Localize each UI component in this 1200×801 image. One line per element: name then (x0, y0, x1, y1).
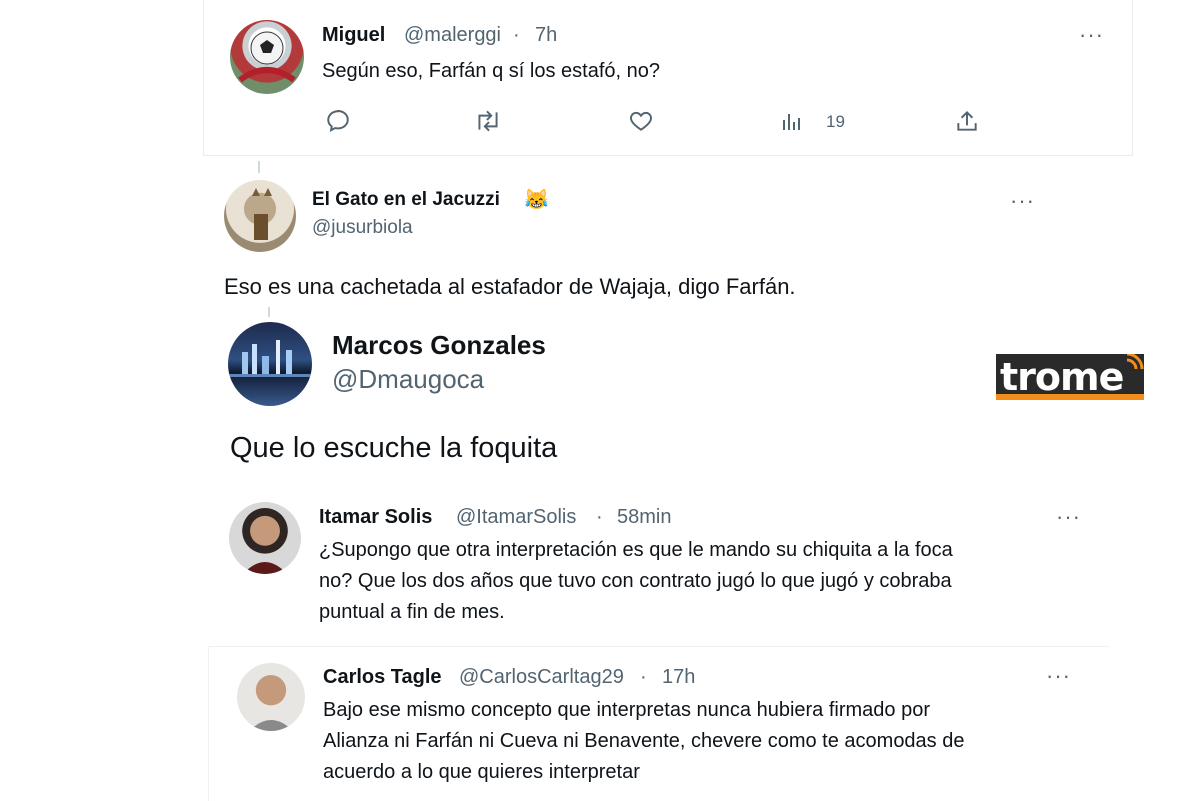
tweet-text: Según eso, Farfán q sí los estafó, no? (322, 60, 660, 82)
author-name[interactable]: Marcos Gonzales (332, 330, 546, 361)
author-handle[interactable]: @Dmaugoca (332, 364, 484, 395)
author-handle[interactable]: @ItamarSolis (456, 506, 576, 529)
tweet-itamar: Itamar Solis @ItamarSolis · 58min ··· ¿S… (202, 493, 1102, 641)
tweet-text-line-2: Alianza ni Farfán ni Cueva ni Benavente,… (323, 730, 965, 752)
retweet-icon[interactable] (473, 108, 503, 139)
author-handle[interactable]: @malerggi (404, 24, 501, 47)
author-name[interactable]: El Gato en el Jacuzzi (312, 189, 500, 211)
avatar[interactable] (237, 663, 305, 731)
avatar[interactable] (224, 180, 296, 252)
meta-separator: · (640, 666, 647, 688)
author-handle[interactable]: @CarlosCarltag29 (459, 666, 624, 689)
tweet-text-line-3: puntual a fin de mes. (319, 601, 505, 623)
avatar[interactable] (230, 20, 304, 94)
svg-text:trome: trome (1000, 355, 1123, 399)
city-skyline-icon (228, 340, 312, 377)
tweet-text: Eso es una cachetada al estafador de Waj… (224, 274, 796, 299)
avatar[interactable] (229, 502, 301, 574)
timestamp[interactable]: 58min (617, 506, 671, 529)
share-icon[interactable] (954, 108, 980, 139)
author-name[interactable]: Carlos Tagle (323, 666, 442, 689)
author-emoji: 😹 (524, 189, 549, 211)
soccer-ball-icon (238, 31, 296, 83)
meta-separator: · (513, 24, 520, 46)
timestamp[interactable]: 17h (662, 666, 695, 689)
tweet-text-line-2: no? Que los dos años que tuvo con contra… (319, 570, 952, 592)
tweet-text-line-1: ¿Supongo que otra interpretación es que … (319, 539, 953, 561)
trome-wordmark: trome (1000, 354, 1144, 399)
author-name[interactable]: Itamar Solis (319, 506, 432, 529)
tweet-carlos: Carlos Tagle @CarlosCarltag29 · 17h ··· … (208, 646, 1109, 801)
meta-separator: · (596, 506, 603, 528)
timestamp[interactable]: 7h (535, 24, 557, 47)
tweet-text-line-3: acuerdo a lo que quieres interpretar (323, 761, 640, 783)
person-photo-icon (243, 562, 287, 574)
person-photo-icon (249, 720, 293, 731)
tweet-text: Que lo escuche la foquita (230, 432, 558, 464)
more-options-icon[interactable]: ··· (1010, 190, 1035, 212)
reply-icon[interactable] (325, 108, 351, 139)
more-options-icon[interactable]: ··· (1079, 24, 1104, 46)
thread-line (268, 307, 270, 317)
avatar[interactable] (228, 322, 312, 406)
more-options-icon[interactable]: ··· (1046, 665, 1071, 687)
author-name[interactable]: Miguel (322, 24, 385, 47)
thread-line (258, 161, 260, 173)
tweet-miguel: Miguel @malerggi · 7h ··· Según eso, Far… (203, 0, 1133, 156)
tweet-el-gato: El Gato en el Jacuzzi 😹 @jusurbiola ··· … (202, 156, 1060, 306)
like-icon[interactable] (627, 108, 655, 139)
tweet-text-line-1: Bajo ese mismo concepto que interpretas … (323, 699, 931, 721)
views-icon[interactable] (779, 110, 805, 139)
views-count: 19 (826, 112, 845, 131)
author-handle[interactable]: @jusurbiola (312, 217, 413, 239)
cat-figure-icon (252, 188, 272, 240)
more-options-icon[interactable]: ··· (1056, 506, 1081, 528)
trome-logo: trome (996, 354, 1144, 400)
